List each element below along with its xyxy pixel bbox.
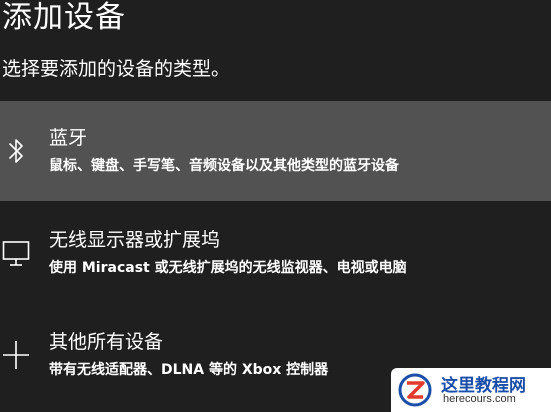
- option-bluetooth-title: 蓝牙: [49, 127, 88, 149]
- option-bluetooth-description: 鼠标、键盘、手写笔、音频设备以及其他类型的蓝牙设备: [49, 158, 399, 174]
- watermark-url: herecours.com: [443, 393, 516, 405]
- option-everything-else-description: 带有无线适配器、DLNA 等的 Xbox 控制器: [49, 362, 329, 378]
- site-watermark: 这里教程网 herecours.com: [391, 368, 551, 412]
- watermark-logo-icon: [397, 372, 433, 408]
- option-wireless-display[interactable]: 无线显示器或扩展坞 使用 Miracast 或无线扩展坞的无线监视器、电视或电脑: [0, 203, 551, 303]
- option-wireless-display-description: 使用 Miracast 或无线扩展坞的无线监视器、电视或电脑: [49, 260, 407, 276]
- monitor-icon: [2, 235, 30, 271]
- option-bluetooth[interactable]: 蓝牙 鼠标、键盘、手写笔、音频设备以及其他类型的蓝牙设备: [0, 101, 551, 201]
- page-title: 添加设备: [2, 0, 126, 35]
- bluetooth-icon: [2, 133, 30, 169]
- add-device-dialog: 添加设备 选择要添加的设备的类型。 蓝牙 鼠标、键盘、手写笔、音频设备以及其他类…: [0, 0, 551, 412]
- option-everything-else-title: 其他所有设备: [49, 331, 164, 353]
- plus-icon: [2, 337, 30, 373]
- option-wireless-display-title: 无线显示器或扩展坞: [49, 229, 221, 251]
- page-subtitle: 选择要添加的设备的类型。: [2, 58, 231, 80]
